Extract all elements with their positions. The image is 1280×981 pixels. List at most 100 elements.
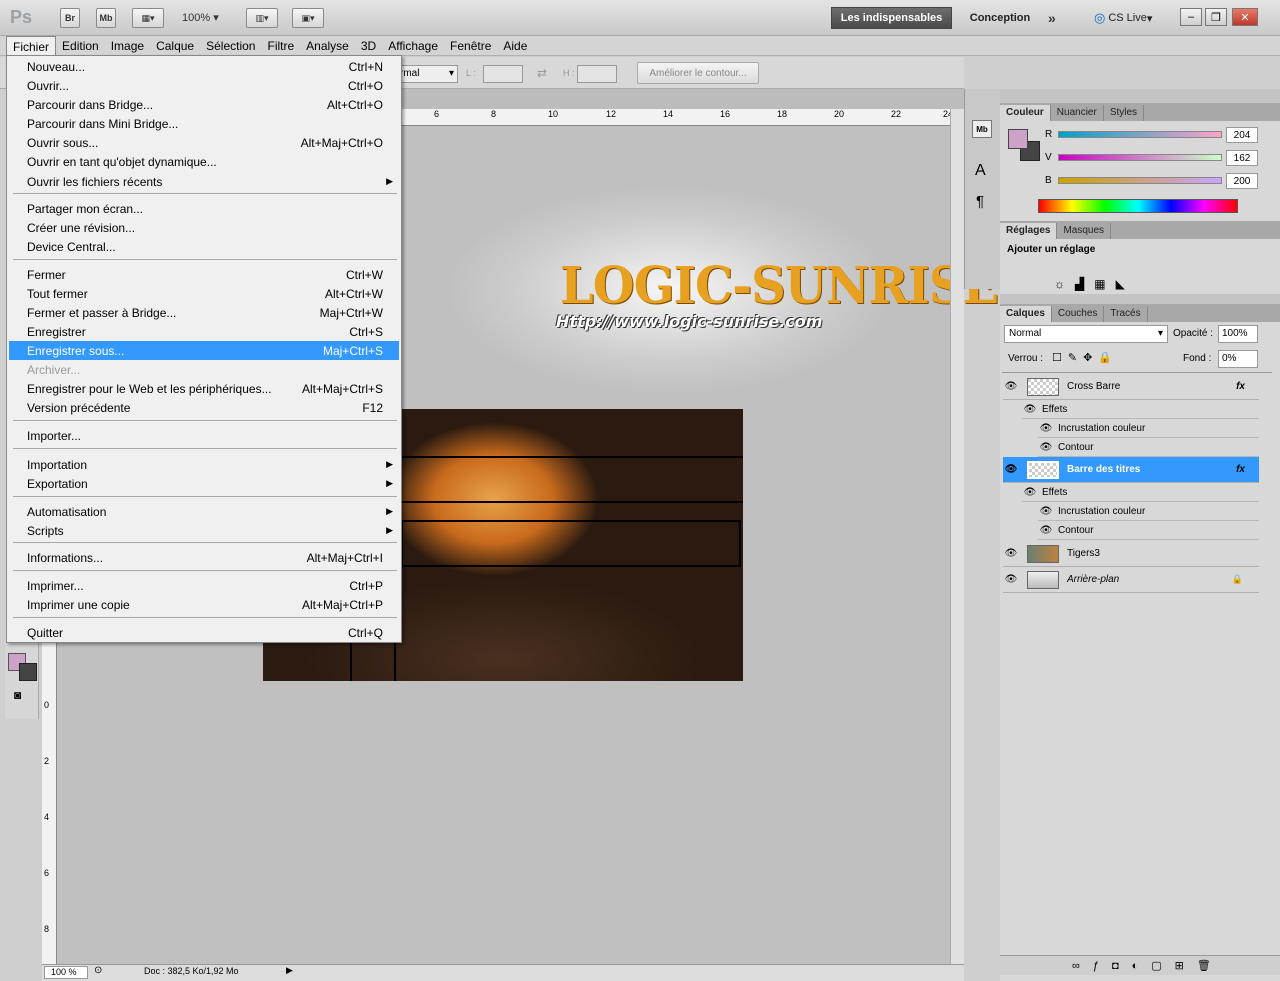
layer-row-tigers3[interactable]: 👁 Tigers3 <box>1003 541 1259 567</box>
visibility-eye-icon[interactable]: 👁 <box>1038 506 1054 517</box>
color-spectrum-bar[interactable] <box>1038 199 1238 213</box>
blend-mode-dropdown[interactable]: Normal ▾ <box>1004 325 1168 343</box>
background-color-swatch[interactable] <box>19 663 37 681</box>
green-value-field[interactable]: 162 <box>1226 150 1258 166</box>
effect-row-color-overlay[interactable]: 👁 Incrustation couleur <box>1038 502 1259 521</box>
layer-row-barre-des-titres[interactable]: 👁 Barre des titres fx <box>1003 457 1259 483</box>
menu-item-automatisation[interactable]: Automatisation ▶ <box>9 502 399 521</box>
screen-mode-icon[interactable]: ▣▾ <box>292 8 324 28</box>
layer-row-arriere-plan[interactable]: 👁 Arrière-plan 🔒 <box>1003 567 1259 593</box>
lock-icons[interactable]: ☐✎✥🔒 <box>1052 351 1118 364</box>
visibility-eye-icon[interactable]: 👁 <box>1038 442 1054 453</box>
visibility-eye-icon[interactable]: 👁 <box>1022 404 1038 415</box>
tab-traces[interactable]: Tracés <box>1104 306 1148 322</box>
status-menu-icon[interactable]: ⊙ <box>94 965 102 976</box>
menu-item-device-central[interactable]: Device Central... <box>9 237 399 256</box>
tab-couches[interactable]: Couches <box>1052 306 1105 322</box>
adjustment-icons[interactable]: ☼▟▦◣ <box>1054 277 1135 291</box>
menu-fichier[interactable]: Fichier <box>6 36 57 55</box>
menu-item-parcourir-bridge[interactable]: Parcourir dans Bridge... Alt+Ctrl+O <box>9 95 399 114</box>
menu-calque[interactable]: Calque <box>150 36 200 55</box>
vertical-scrollbar[interactable] <box>950 109 964 964</box>
width-field[interactable] <box>483 65 523 83</box>
menu-item-fichiers-recents[interactable]: Ouvrir les fichiers récents ▶ <box>9 172 399 191</box>
mini-bridge-panel-icon[interactable]: Mb <box>972 120 992 138</box>
menu-filtre[interactable]: Filtre <box>261 36 300 55</box>
menu-item-tout-fermer[interactable]: Tout fermer Alt+Ctrl+W <box>9 284 399 303</box>
menu-analyse[interactable]: Analyse <box>300 36 355 55</box>
effect-row-color-overlay[interactable]: 👁 Incrustation couleur <box>1038 419 1259 438</box>
tab-calques[interactable]: Calques <box>1000 306 1052 322</box>
mini-bridge-button[interactable]: Mb <box>96 8 116 28</box>
character-panel-icon[interactable]: A <box>975 162 986 180</box>
paragraph-panel-icon[interactable]: ¶ <box>976 193 984 210</box>
menu-item-parcourir-mini-bridge[interactable]: Parcourir dans Mini Bridge... <box>9 114 399 133</box>
red-slider[interactable] <box>1058 131 1222 138</box>
menu-item-version-precedente[interactable]: Version précédente F12 <box>9 398 399 417</box>
tab-masques[interactable]: Masques <box>1057 223 1112 239</box>
refine-edge-button[interactable]: Améliorer le contour... <box>637 62 759 84</box>
blue-value-field[interactable]: 200 <box>1226 173 1258 189</box>
menu-item-nouveau[interactable]: Nouveau... Ctrl+N <box>9 57 399 76</box>
fx-icon[interactable]: fx <box>1236 464 1245 475</box>
layers-footer-icons[interactable]: ∞ƒ◘◐▢⊞🗑 <box>1072 959 1224 972</box>
menu-3d[interactable]: 3D <box>355 36 382 55</box>
menu-item-imprimer-copie[interactable]: Imprimer une copie Alt+Maj+Ctrl+P <box>9 595 399 614</box>
menu-item-enregistrer-sous[interactable]: Enregistrer sous... Maj+Ctrl+S <box>9 341 399 360</box>
menu-item-importer[interactable]: Importer... <box>9 426 399 445</box>
more-workspaces-icon[interactable]: » <box>1048 10 1056 26</box>
quick-mask-icon[interactable]: ◙ <box>14 688 21 702</box>
menu-item-fermer[interactable]: Fermer Ctrl+W <box>9 265 399 284</box>
bridge-button[interactable]: Br <box>60 8 80 28</box>
cs-live-menu[interactable]: ◎ CS Live ▾ <box>1094 10 1152 26</box>
workspace-essentials-button[interactable]: Les indispensables <box>831 7 952 29</box>
effect-row-stroke[interactable]: 👁 Contour <box>1038 521 1259 540</box>
menu-selection[interactable]: Sélection <box>200 36 261 55</box>
layer-row-cross-barre[interactable]: 👁 Cross Barre fx <box>1003 374 1259 400</box>
visibility-eye-icon[interactable]: 👁 <box>1022 487 1038 498</box>
tab-nuancier[interactable]: Nuancier <box>1051 105 1104 121</box>
status-arrow-icon[interactable]: ▶ <box>286 965 293 976</box>
restore-button[interactable]: ❐ <box>1205 8 1227 26</box>
effects-row[interactable]: 👁 Effets <box>1022 483 1259 502</box>
tab-styles[interactable]: Styles <box>1104 105 1145 121</box>
visibility-eye-icon[interactable]: 👁 <box>1003 574 1019 585</box>
visibility-eye-icon[interactable]: 👁 <box>1003 381 1019 392</box>
green-slider[interactable] <box>1058 154 1222 161</box>
menu-item-ouvrir[interactable]: Ouvrir... Ctrl+O <box>9 76 399 95</box>
zoom-field[interactable]: 100 % <box>44 966 88 979</box>
visibility-eye-icon[interactable]: 👁 <box>1003 464 1019 475</box>
menu-fenetre[interactable]: Fenêtre <box>444 36 497 55</box>
arrange-documents-icon[interactable]: ▥▾ <box>246 8 278 28</box>
menu-item-quitter[interactable]: Quitter Ctrl+Q <box>9 623 399 642</box>
zoom-level-dropdown[interactable]: 100% ▾ <box>182 11 219 24</box>
fill-field[interactable]: 0% <box>1218 350 1258 368</box>
menu-item-informations[interactable]: Informations... Alt+Maj+Ctrl+I <box>9 548 399 567</box>
red-value-field[interactable]: 204 <box>1226 127 1258 143</box>
menu-item-fermer-bridge[interactable]: Fermer et passer à Bridge... Maj+Ctrl+W <box>9 303 399 322</box>
tab-reglages[interactable]: Réglages <box>1000 223 1058 239</box>
opacity-field[interactable]: 100% <box>1218 325 1258 343</box>
visibility-eye-icon[interactable]: 👁 <box>1038 525 1054 536</box>
effects-row[interactable]: 👁 Effets <box>1022 400 1259 419</box>
fx-icon[interactable]: fx <box>1236 381 1245 392</box>
menu-item-ouvrir-objet-dynamique[interactable]: Ouvrir en tant qu'objet dynamique... <box>9 152 399 171</box>
menu-item-enregistrer-web[interactable]: Enregistrer pour le Web et les périphéri… <box>9 379 399 398</box>
tab-couleur[interactable]: Couleur <box>1000 105 1051 121</box>
style-dropdown[interactable]: rmal ▾ <box>396 65 458 83</box>
menu-item-creer-revision[interactable]: Créer une révision... <box>9 218 399 237</box>
menu-item-ouvrir-sous[interactable]: Ouvrir sous... Alt+Maj+Ctrl+O <box>9 133 399 152</box>
menu-item-imprimer[interactable]: Imprimer... Ctrl+P <box>9 576 399 595</box>
menu-item-importation[interactable]: Importation ▶ <box>9 455 399 474</box>
menu-edition[interactable]: Edition <box>56 36 105 55</box>
menu-item-exportation[interactable]: Exportation ▶ <box>9 474 399 493</box>
menu-item-scripts[interactable]: Scripts ▶ <box>9 521 399 540</box>
extras-menu-icon[interactable]: ▦▾ <box>132 8 164 28</box>
visibility-eye-icon[interactable]: 👁 <box>1003 548 1019 559</box>
close-button[interactable]: ✕ <box>1232 8 1258 26</box>
effect-row-stroke[interactable]: 👁 Contour <box>1038 438 1259 457</box>
menu-item-enregistrer[interactable]: Enregistrer Ctrl+S <box>9 322 399 341</box>
minimize-button[interactable]: – <box>1180 8 1202 26</box>
blue-slider[interactable] <box>1058 177 1222 184</box>
menu-aide[interactable]: Aide <box>497 36 533 55</box>
